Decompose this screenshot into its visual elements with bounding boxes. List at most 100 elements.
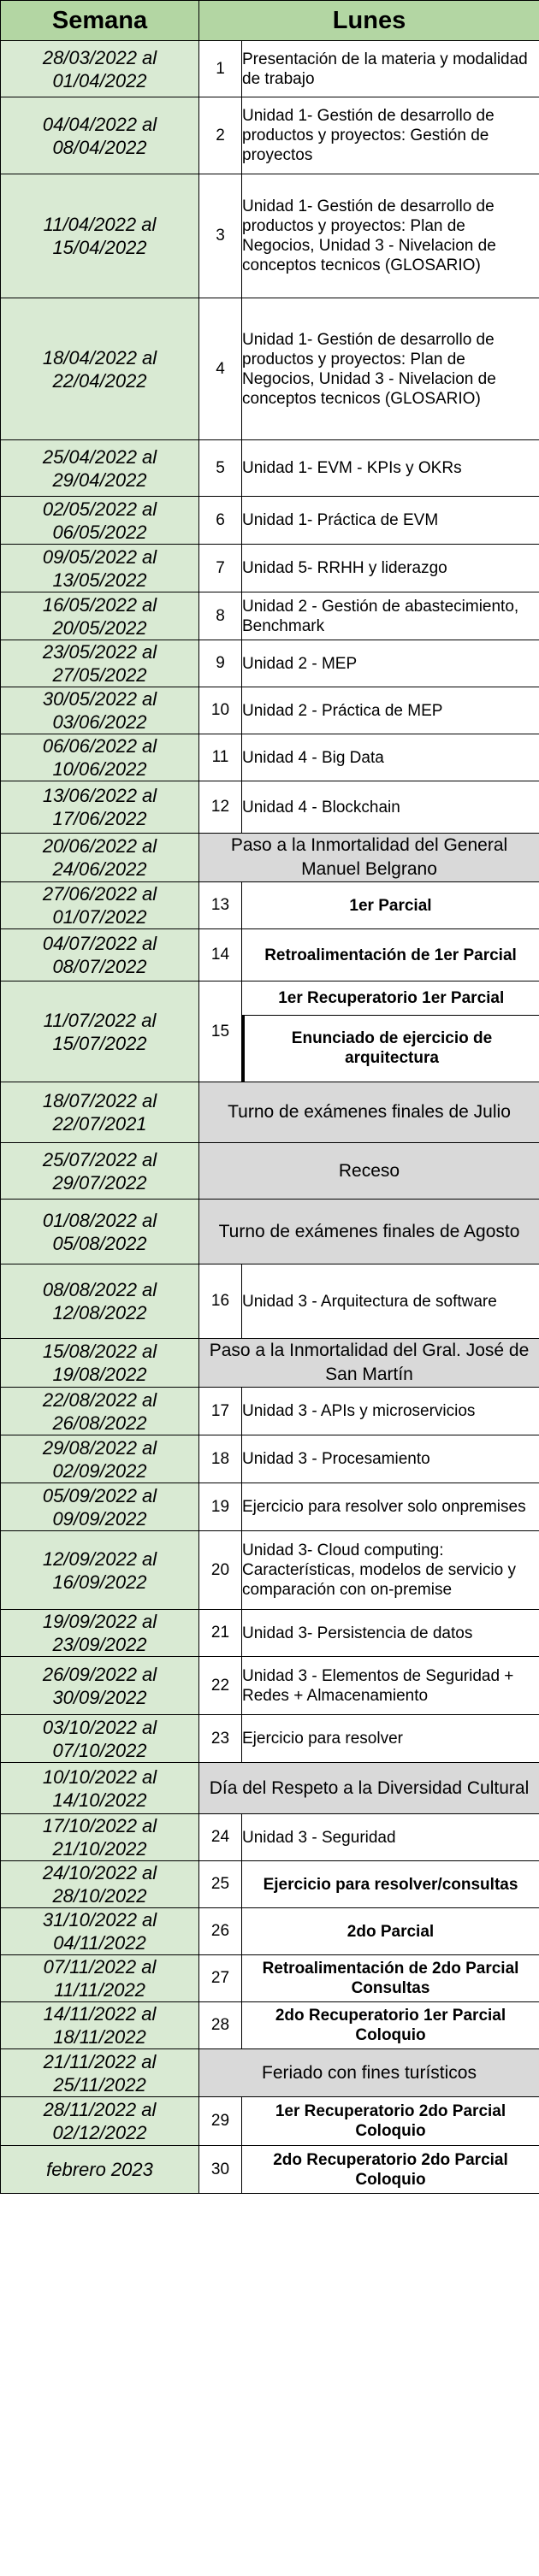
topic-cell: Unidad 3 - APIs y microservicios [241, 1387, 539, 1435]
holiday-event-cell: Turno de exámenes finales de Agosto [198, 1199, 539, 1264]
week-cell: 09/05/2022 al 13/05/2022 [0, 544, 199, 592]
week-cell: 30/05/2022 al 03/06/2022 [0, 687, 199, 734]
class-number-cell: 28 [198, 2001, 242, 2049]
week-cell: 26/09/2022 al 30/09/2022 [0, 1656, 199, 1715]
table-row: 21/11/2022 al 25/11/2022 Feriado con fine… [0, 2048, 539, 2097]
table-row: 05/09/2022 al 09/09/2022 19 Ejercicio para… [0, 1483, 539, 1531]
topic-cell: Ejercicio para resolver [241, 1714, 539, 1763]
table-row: 31/10/2022 al 04/11/2022 26 2do Parcial [0, 1907, 539, 1955]
topic-cell: Unidad 1- EVM - KPIs y OKRs [241, 439, 539, 497]
class-number-cell: 15 [198, 981, 242, 1082]
class-number-cell: 16 [198, 1264, 242, 1339]
class-number-cell: 25 [198, 1860, 242, 1908]
week-cell: 28/11/2022 al 02/12/2022 [0, 2096, 199, 2146]
topic-cell: Unidad 3 - Procesamiento [241, 1435, 539, 1483]
table-row: 27/06/2022 al 01/07/2022 13 1er Parcial [0, 881, 539, 929]
table-row: 13/06/2022 al 17/06/2022 12 Unidad 4 - Blo… [0, 781, 539, 834]
day-column-header: Lunes [198, 0, 539, 41]
week-cell: 29/08/2022 al 02/09/2022 [0, 1435, 199, 1483]
week-cell: 02/05/2022 al 06/05/2022 [0, 496, 199, 545]
table-row: 11/04/2022 al 15/04/2022 3 Unidad 1- Gesti… [0, 174, 539, 298]
week-cell: 20/06/2022 al 24/06/2022 [0, 833, 199, 882]
topic-cell: Unidad 1- Gestión de desarrollo de produ… [241, 174, 539, 298]
topic-cell: Ejercicio para resolver/consultas [241, 1860, 539, 1908]
table-row: 12/09/2022 al 16/09/2022 20 Unidad 3- Clou… [0, 1530, 539, 1610]
week-cell: 18/07/2022 al 22/07/2021 [0, 1082, 199, 1143]
week-cell: febrero 2023 [0, 2145, 199, 2194]
table-row: 20/06/2022 al 24/06/2022 Paso a la Inmort… [0, 833, 539, 882]
week-cell: 04/07/2022 al 08/07/2022 [0, 928, 199, 981]
table-row: 02/05/2022 al 06/05/2022 6 Unidad 1- Práct… [0, 496, 539, 545]
topic-cell: 2do Parcial [241, 1907, 539, 1955]
table-row: 11/07/2022 al 15/07/2022 15 1er Recuperato… [0, 981, 539, 1082]
week-cell: 25/07/2022 al 29/07/2022 [0, 1142, 199, 1200]
week-cell: 11/04/2022 al 15/04/2022 [0, 174, 199, 298]
topic-cell: Unidad 4 - Blockchain [241, 781, 539, 834]
topic-text-secondary: Enunciado de ejercicio de arquitectura [242, 1015, 539, 1082]
table-row: 28/03/2022 al 01/04/2022 1 Presentación de… [0, 40, 539, 97]
class-number-cell: 27 [198, 1954, 242, 2002]
week-cell: 15/08/2022 al 19/08/2022 [0, 1338, 199, 1388]
holiday-event-cell: Receso [198, 1142, 539, 1200]
topic-cell: Unidad 1- Gestión de desarrollo de produ… [241, 298, 539, 440]
topic-cell: Unidad 3 - Seguridad [241, 1813, 539, 1861]
table-row: 03/10/2022 al 07/10/2022 23 Ejercicio para… [0, 1714, 539, 1763]
table-row: 29/08/2022 al 02/09/2022 18 Unidad 3 - Pro… [0, 1435, 539, 1483]
header-row: Semana Lunes [0, 0, 539, 41]
week-cell: 07/11/2022 al 11/11/2022 [0, 1954, 199, 2002]
holiday-event-cell: Paso a la Inmortalidad del General Manue… [198, 833, 539, 882]
class-number-cell: 23 [198, 1714, 242, 1763]
table-row: 04/04/2022 al 08/04/2022 2 Unidad 1- Gesti… [0, 97, 539, 174]
class-number-cell: 3 [198, 174, 242, 298]
topic-cell: Unidad 3- Cloud computing: Característic… [241, 1530, 539, 1610]
week-cell: 13/06/2022 al 17/06/2022 [0, 781, 199, 834]
class-number-cell: 5 [198, 439, 242, 497]
topic-cell: Unidad 2 - Práctica de MEP [241, 687, 539, 734]
topic-cell: Unidad 3- Persistencia de datos [241, 1609, 539, 1657]
class-number-cell: 7 [198, 544, 242, 592]
schedule-body: 28/03/2022 al 01/04/2022 1 Presentación de… [0, 40, 539, 2194]
topic-cell: Ejercicio para resolver solo onpremises [241, 1483, 539, 1531]
table-row: 16/05/2022 al 20/05/2022 8 Unidad 2 - Gest… [0, 592, 539, 640]
week-cell: 28/03/2022 al 01/04/2022 [0, 40, 199, 97]
topic-text: 1er Recuperatorio 1er Parcial [243, 981, 539, 1016]
topic-cell: Unidad 3 - Arquitectura de software [241, 1264, 539, 1339]
class-number-cell: 26 [198, 1907, 242, 1955]
week-cell: 03/10/2022 al 07/10/2022 [0, 1714, 199, 1763]
week-cell: 19/09/2022 al 23/09/2022 [0, 1609, 199, 1657]
class-number-cell: 14 [198, 928, 242, 981]
table-row: 23/05/2022 al 27/05/2022 9 Unidad 2 - MEP [0, 640, 539, 687]
class-number-cell: 24 [198, 1813, 242, 1861]
week-cell: 04/04/2022 al 08/04/2022 [0, 97, 199, 174]
week-cell: 18/04/2022 al 22/04/2022 [0, 298, 199, 440]
table-row: 30/05/2022 al 03/06/2022 10 Unidad 2 - Prá… [0, 687, 539, 734]
table-row: 18/07/2022 al 22/07/2021 Turno de exámene… [0, 1082, 539, 1143]
table-row: 07/11/2022 al 11/11/2022 27 Retroalimentac… [0, 1954, 539, 2002]
class-number-cell: 18 [198, 1435, 242, 1483]
week-cell: 21/11/2022 al 25/11/2022 [0, 2048, 199, 2097]
week-cell: 25/04/2022 al 29/04/2022 [0, 439, 199, 497]
week-cell: 27/06/2022 al 01/07/2022 [0, 881, 199, 929]
topic-cell: 1er Parcial [241, 881, 539, 929]
class-number-cell: 13 [198, 881, 242, 929]
topic-cell: Unidad 3 - Elementos de Seguridad + Rede… [241, 1656, 539, 1715]
week-cell: 22/08/2022 al 26/08/2022 [0, 1387, 199, 1435]
class-number-cell: 12 [198, 781, 242, 834]
class-number-cell: 4 [198, 298, 242, 440]
table-row: 10/10/2022 al 14/10/2022 Día del Respeto … [0, 1762, 539, 1814]
table-row: 04/07/2022 al 08/07/2022 14 Retroalimentac… [0, 928, 539, 981]
topic-cell: Retroalimentación de 1er Parcial [241, 928, 539, 981]
topic-cell: Presentación de la materia y modalidad d… [241, 40, 539, 97]
topic-cell: Unidad 1- Práctica de EVM [241, 496, 539, 545]
week-cell: 24/10/2022 al 28/10/2022 [0, 1860, 199, 1908]
table-row: 15/08/2022 al 19/08/2022 Paso a la Inmort… [0, 1338, 539, 1388]
class-number-cell: 2 [198, 97, 242, 174]
week-cell: 12/09/2022 al 16/09/2022 [0, 1530, 199, 1610]
class-number-cell: 11 [198, 734, 242, 781]
class-number-cell: 6 [198, 496, 242, 545]
class-number-cell: 29 [198, 2096, 242, 2146]
holiday-event-cell: Turno de exámenes finales de Julio [198, 1082, 539, 1143]
topic-cell: 1er Recuperatorio 2do Parcial Coloquio [241, 2096, 539, 2146]
topic-cell: Unidad 2 - MEP [241, 640, 539, 687]
week-cell: 14/11/2022 al 18/11/2022 [0, 2001, 199, 2049]
